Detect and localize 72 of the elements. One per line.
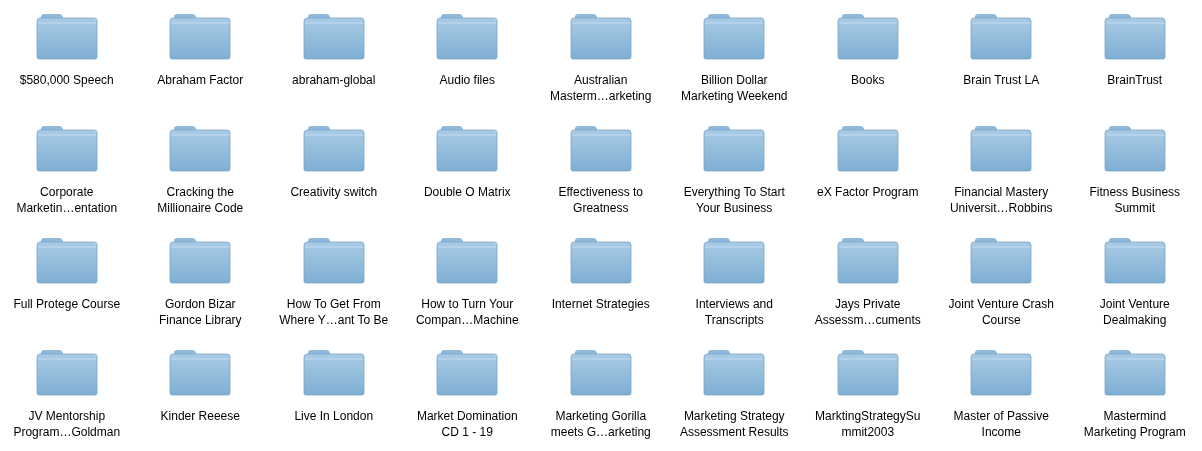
folder-icon[interactable] bbox=[568, 11, 633, 61]
folder-name[interactable]: abraham-global bbox=[292, 72, 376, 88]
folder-name[interactable]: Cracking the Millionaire Code bbox=[157, 184, 244, 216]
folder-name[interactable]: Mastermind Marketing Program bbox=[1083, 408, 1186, 440]
folder-name[interactable]: Internet Strategies bbox=[551, 296, 650, 312]
folder-name[interactable]: How to Turn Your Compan…Machine bbox=[415, 296, 519, 328]
folder-icon[interactable] bbox=[702, 235, 767, 285]
folder-icon[interactable] bbox=[568, 235, 633, 285]
folder-name[interactable]: Everything To Start Your Business bbox=[683, 184, 785, 216]
folder-icon[interactable] bbox=[1102, 235, 1167, 285]
folder-name[interactable]: $580,000 Speech bbox=[19, 72, 114, 88]
folder-name[interactable]: Double O Matrix bbox=[423, 184, 511, 200]
folder-icon[interactable] bbox=[168, 235, 233, 285]
folder-name[interactable]: Australian Masterm…arketing bbox=[550, 72, 652, 104]
folder-name[interactable]: How To Get From Where Y…ant To Be bbox=[279, 296, 389, 328]
folder-icon[interactable] bbox=[34, 123, 99, 173]
folder-icon[interactable] bbox=[835, 347, 900, 397]
folder-icon[interactable] bbox=[301, 235, 366, 285]
folder-name[interactable]: Full Protege Course bbox=[13, 296, 121, 312]
folder-name[interactable]: Brain Trust LA bbox=[963, 72, 1040, 88]
folder-icon[interactable] bbox=[34, 11, 99, 61]
folder-icon[interactable] bbox=[969, 123, 1034, 173]
folder-icon[interactable] bbox=[702, 347, 767, 397]
folder-name[interactable]: Marketing Strategy Assessment Results bbox=[679, 408, 789, 440]
folder-icon[interactable] bbox=[568, 347, 633, 397]
folder-name[interactable]: Books bbox=[851, 72, 885, 88]
folder-icon[interactable] bbox=[435, 123, 500, 173]
folder-name[interactable]: MarktingStrategySu mmit2003 bbox=[815, 408, 921, 440]
folder-name[interactable]: Master of Passive Income bbox=[953, 408, 1049, 440]
folder-name[interactable]: Joint Venture Crash Course bbox=[948, 296, 1054, 328]
folder-name[interactable]: Corporate Marketin…entation bbox=[16, 184, 118, 216]
folder-icon[interactable] bbox=[702, 11, 767, 61]
folder-name[interactable]: Jays Private Assessm…cuments bbox=[814, 296, 921, 328]
folder-icon[interactable] bbox=[1102, 123, 1167, 173]
folder-name[interactable]: Interviews and Transcripts bbox=[695, 296, 773, 328]
folder-icon[interactable] bbox=[969, 347, 1034, 397]
folder-name[interactable]: Effectiveness to Greatness bbox=[558, 184, 643, 216]
folder-name[interactable]: Gordon Bizar Finance Library bbox=[158, 296, 242, 328]
folder-icon[interactable] bbox=[969, 11, 1034, 61]
folder-icon[interactable] bbox=[301, 11, 366, 61]
folder-name[interactable]: Financial Mastery Universit…Robbins bbox=[949, 184, 1053, 216]
folder-name[interactable]: Marketing Gorilla meets G…arketing bbox=[550, 408, 651, 440]
folder-icon[interactable] bbox=[969, 235, 1034, 285]
folder-icon[interactable] bbox=[435, 347, 500, 397]
folder-icon[interactable] bbox=[168, 347, 233, 397]
folder-icon[interactable] bbox=[835, 235, 900, 285]
folder-icon[interactable] bbox=[568, 123, 633, 173]
folder-name[interactable]: Live In London bbox=[294, 408, 374, 424]
folder-name[interactable]: Market Domination CD 1 - 19 bbox=[416, 408, 518, 440]
folder-icon[interactable] bbox=[34, 235, 99, 285]
folder-name[interactable]: Abraham Factor bbox=[157, 72, 244, 88]
folder-icon[interactable] bbox=[168, 123, 233, 173]
folder-name[interactable]: Creativity switch bbox=[290, 184, 378, 200]
folder-name[interactable]: eX Factor Program bbox=[817, 184, 919, 200]
folder-name[interactable]: Joint Venture Dealmaking bbox=[1099, 296, 1170, 328]
folder-icon[interactable] bbox=[1102, 347, 1167, 397]
folder-icon[interactable] bbox=[835, 11, 900, 61]
folder-icon[interactable] bbox=[435, 11, 500, 61]
folder-name[interactable]: Kinder Reeese bbox=[160, 408, 240, 424]
folder-icon[interactable] bbox=[34, 347, 99, 397]
folder-icon[interactable] bbox=[168, 11, 233, 61]
folder-icon[interactable] bbox=[435, 235, 500, 285]
folder-icon[interactable] bbox=[835, 123, 900, 173]
folder-icon[interactable] bbox=[301, 347, 366, 397]
folder-name[interactable]: Fitness Business Summit bbox=[1089, 184, 1181, 216]
folder-name[interactable]: Billion Dollar Marketing Weekend bbox=[681, 72, 788, 104]
folder-name[interactable]: Audio files bbox=[439, 72, 495, 88]
folder-icon[interactable] bbox=[301, 123, 366, 173]
folder-icon[interactable] bbox=[702, 123, 767, 173]
folder-icon[interactable] bbox=[1102, 11, 1167, 61]
folder-name[interactable]: BrainTrust bbox=[1107, 72, 1163, 88]
folder-name[interactable]: JV Mentorship Program…Goldman bbox=[13, 408, 121, 440]
